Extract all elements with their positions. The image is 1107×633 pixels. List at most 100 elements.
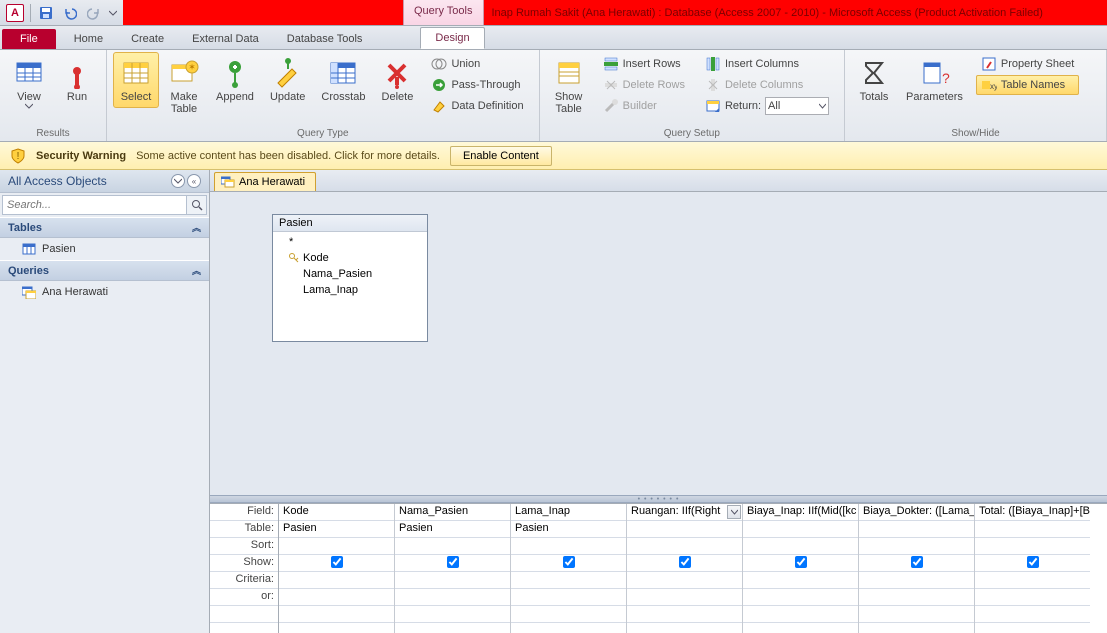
return-combo[interactable]: All xyxy=(765,97,829,115)
grid-cell[interactable] xyxy=(859,538,974,555)
grid-cell[interactable] xyxy=(627,521,742,538)
insert-rows-button[interactable]: Insert Rows xyxy=(598,54,690,74)
grid-cell[interactable] xyxy=(395,555,510,572)
grid-cell[interactable] xyxy=(975,589,1090,606)
grid-cell[interactable] xyxy=(627,538,742,555)
crosstab-button[interactable]: Crosstab xyxy=(314,52,372,108)
document-tab-ana-herawati[interactable]: Ana Herawati xyxy=(214,172,316,191)
grid-cell[interactable] xyxy=(279,555,394,572)
grid-cell[interactable]: Kode xyxy=(279,504,394,521)
grid-cell[interactable] xyxy=(859,606,974,623)
redo-button[interactable] xyxy=(83,3,105,23)
grid-cell[interactable] xyxy=(511,572,626,589)
show-checkbox[interactable] xyxy=(447,556,459,568)
grid-cell[interactable] xyxy=(627,572,742,589)
pane-splitter[interactable]: • • • • • • • xyxy=(210,495,1107,503)
grid-cell[interactable] xyxy=(975,538,1090,555)
grid-cell[interactable] xyxy=(743,589,858,606)
show-checkbox[interactable] xyxy=(1027,556,1039,568)
grid-cell[interactable] xyxy=(511,555,626,572)
show-checkbox[interactable] xyxy=(679,556,691,568)
view-button[interactable]: View xyxy=(6,52,52,114)
save-button[interactable] xyxy=(35,3,57,23)
dropdown-button[interactable] xyxy=(727,505,741,519)
tab-database-tools[interactable]: Database Tools xyxy=(273,29,377,49)
show-checkbox[interactable] xyxy=(911,556,923,568)
grid-cell[interactable] xyxy=(627,555,742,572)
grid-cell[interactable] xyxy=(395,572,510,589)
grid-cell[interactable] xyxy=(743,555,858,572)
grid-cell[interactable]: Lama_Inap xyxy=(511,504,626,521)
run-button[interactable]: Run xyxy=(54,52,100,108)
grid-cell[interactable] xyxy=(743,606,858,623)
nav-collapse-button[interactable]: « xyxy=(187,174,201,188)
grid-cell[interactable] xyxy=(279,606,394,623)
grid-cell[interactable] xyxy=(859,555,974,572)
insert-columns-button[interactable]: Insert Columns xyxy=(700,54,834,74)
qat-customize-button[interactable] xyxy=(107,3,119,23)
field-all[interactable]: * xyxy=(279,234,421,250)
grid-cell[interactable] xyxy=(859,572,974,589)
make-table-button[interactable]: ✶ Make Table xyxy=(161,52,207,120)
tab-create[interactable]: Create xyxy=(117,29,178,49)
enable-content-button[interactable]: Enable Content xyxy=(450,146,552,166)
grid-cell[interactable]: Pasien xyxy=(279,521,394,538)
field-kode[interactable]: Kode xyxy=(279,250,421,266)
nav-item-table-pasien[interactable]: Pasien xyxy=(0,238,209,260)
grid-cell[interactable] xyxy=(975,521,1090,538)
search-button[interactable] xyxy=(187,195,207,215)
field-lama-inap[interactable]: Lama_Inap xyxy=(279,282,421,298)
tab-home[interactable]: Home xyxy=(60,29,117,49)
return-control[interactable]: Return: All xyxy=(700,96,834,116)
nav-group-tables[interactable]: Tables ︽ xyxy=(0,217,209,238)
nav-pane-header[interactable]: All Access Objects « xyxy=(0,170,209,193)
grid-cell[interactable] xyxy=(743,572,858,589)
grid-cell[interactable] xyxy=(511,589,626,606)
show-checkbox[interactable] xyxy=(331,556,343,568)
union-button[interactable]: Union xyxy=(426,54,528,74)
field-nama-pasien[interactable]: Nama_Pasien xyxy=(279,266,421,282)
nav-group-queries[interactable]: Queries ︽ xyxy=(0,260,209,281)
grid-cell[interactable] xyxy=(859,589,974,606)
pass-through-button[interactable]: Pass-Through xyxy=(426,75,528,95)
grid-cell[interactable] xyxy=(975,572,1090,589)
grid-cell[interactable] xyxy=(511,538,626,555)
grid-cell[interactable] xyxy=(627,606,742,623)
tab-file[interactable]: File xyxy=(2,29,56,49)
grid-cell[interactable]: Biaya_Dokter: ([Lama_ xyxy=(859,504,974,521)
grid-cell[interactable] xyxy=(975,555,1090,572)
property-sheet-button[interactable]: Property Sheet xyxy=(976,54,1079,74)
delete-query-button[interactable]: Delete xyxy=(374,52,420,108)
append-button[interactable]: Append xyxy=(209,52,261,108)
grid-cell[interactable] xyxy=(395,538,510,555)
grid-cell[interactable] xyxy=(395,606,510,623)
grid-cell[interactable] xyxy=(627,589,742,606)
grid-cell[interactable] xyxy=(279,589,394,606)
grid-cell[interactable] xyxy=(743,538,858,555)
grid-cell[interactable] xyxy=(975,606,1090,623)
grid-cell[interactable] xyxy=(859,521,974,538)
grid-cell[interactable]: Total: ([Biaya_Inap]+[B xyxy=(975,504,1090,521)
nav-filter-button[interactable] xyxy=(171,174,185,188)
grid-cell[interactable]: Pasien xyxy=(511,521,626,538)
grid-cell[interactable]: Pasien xyxy=(395,521,510,538)
update-button[interactable]: Update xyxy=(263,52,312,108)
grid-cell[interactable]: Biaya_Inap: IIf(Mid([kc xyxy=(743,504,858,521)
grid-cell[interactable] xyxy=(279,538,394,555)
nav-item-query-ana-herawati[interactable]: Ana Herawati xyxy=(0,281,209,303)
search-input[interactable] xyxy=(2,195,187,215)
tab-design[interactable]: Design xyxy=(420,27,484,49)
query-design-canvas[interactable]: Pasien * Kode Nama_Pasien Lama_Inap xyxy=(210,192,1107,495)
grid-cell[interactable] xyxy=(279,572,394,589)
table-names-button[interactable]: xyz Table Names xyxy=(976,75,1079,95)
grid-cell[interactable]: Nama_Pasien xyxy=(395,504,510,521)
grid-cell[interactable] xyxy=(395,589,510,606)
grid-cell[interactable]: Ruangan: IIf(Right xyxy=(627,504,742,521)
tab-external-data[interactable]: External Data xyxy=(178,29,273,49)
data-definition-button[interactable]: Data Definition xyxy=(426,96,528,116)
grid-cell[interactable] xyxy=(743,521,858,538)
totals-button[interactable]: Totals xyxy=(851,52,897,108)
parameters-button[interactable]: ? Parameters xyxy=(899,52,970,108)
undo-button[interactable] xyxy=(59,3,81,23)
grid-cell[interactable] xyxy=(511,606,626,623)
